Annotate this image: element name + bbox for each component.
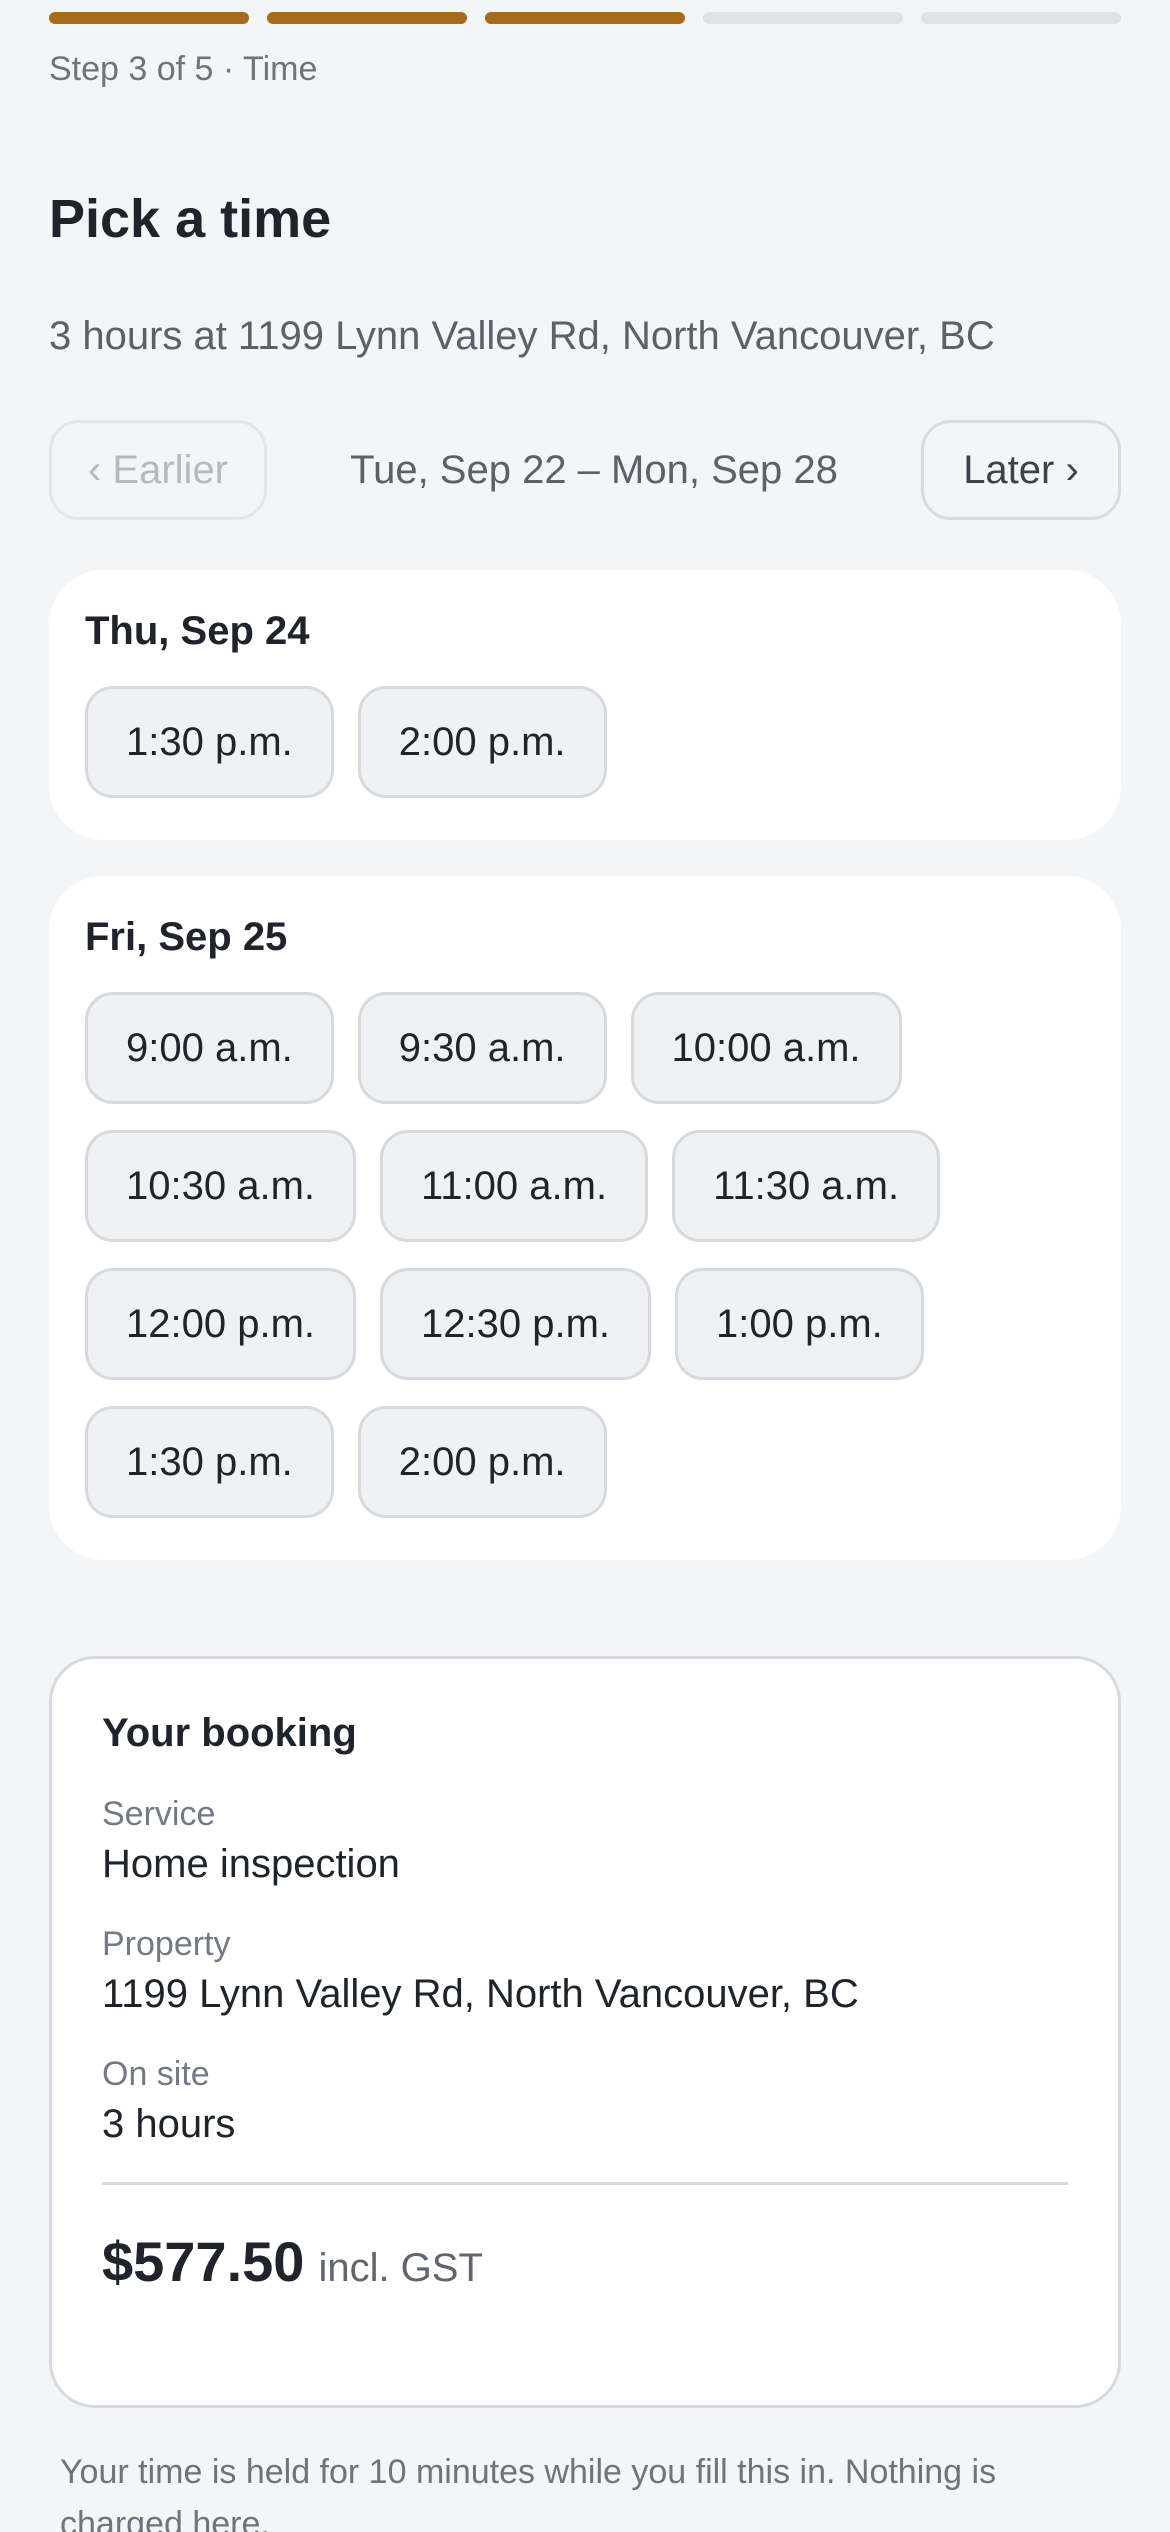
- time-slot-button[interactable]: 12:00 p.m.: [85, 1268, 357, 1380]
- later-week-button[interactable]: Later ›: [921, 420, 1121, 520]
- property-field: Property 1199 Lynn Valley Rd, North Vanc…: [102, 1922, 1068, 2022]
- time-slot-button[interactable]: 12:30 p.m.: [380, 1268, 652, 1380]
- onsite-field: On site 3 hours: [102, 2052, 1068, 2152]
- day-card-fri-sep-25: Fri, Sep 25 9:00 a.m. 9:30 a.m. 10:00 a.…: [49, 876, 1121, 1560]
- onsite-label: On site: [102, 2055, 210, 2093]
- service-field: Service Home inspection: [102, 1792, 1068, 1892]
- step-label: Step 3 of 5 · Time: [49, 50, 318, 88]
- step-progress-bar: [49, 12, 1121, 24]
- booking-time-page: Step 3 of 5 · Time Pick a time 3 hours a…: [0, 0, 1170, 2532]
- service-label: Service: [102, 1795, 216, 1833]
- divider: [102, 2182, 1068, 2185]
- price-tax-note: incl. GST: [318, 2246, 483, 2290]
- progress-segment-1: [49, 12, 249, 24]
- time-slot-button[interactable]: 2:00 p.m.: [357, 686, 607, 798]
- page-title: Pick a time: [49, 189, 332, 249]
- page-subtitle: 3 hours at 1199 Lynn Valley Rd, North Va…: [49, 314, 995, 358]
- time-slot-button[interactable]: 1:30 p.m.: [85, 686, 334, 798]
- hold-notice: Your time is held for 10 minutes while y…: [60, 2453, 997, 2532]
- booking-summary-card: Your booking Service Home inspection Pro…: [49, 1656, 1121, 2408]
- progress-segment-4: [703, 12, 903, 24]
- time-slot-button[interactable]: 10:00 a.m.: [630, 992, 902, 1104]
- time-slot-button[interactable]: 1:00 p.m.: [675, 1268, 924, 1380]
- earlier-week-button[interactable]: ‹ Earlier: [49, 420, 267, 520]
- time-slot-button[interactable]: 2:00 p.m.: [357, 1406, 607, 1518]
- time-slot-button[interactable]: 9:00 a.m.: [85, 992, 334, 1104]
- total-price: $577.50: [102, 2230, 305, 2293]
- week-range-label: Tue, Sep 22 – Mon, Sep 28: [350, 447, 838, 492]
- property-value: 1199 Lynn Valley Rd, North Vancouver, BC: [102, 1972, 859, 2016]
- time-slot-button[interactable]: 9:30 a.m.: [357, 992, 607, 1104]
- booking-heading: Your booking: [102, 1711, 357, 1755]
- day-title: Thu, Sep 24: [85, 609, 310, 653]
- progress-segment-5: [921, 12, 1121, 24]
- day-title: Fri, Sep 25: [85, 915, 288, 959]
- price-row: $577.50 incl. GST: [102, 2229, 1068, 2294]
- time-slot-list: 9:00 a.m. 9:30 a.m. 10:00 a.m. 10:30 a.m…: [85, 992, 985, 1518]
- time-slot-button[interactable]: 11:30 a.m.: [672, 1130, 941, 1242]
- service-value: Home inspection: [102, 1842, 400, 1886]
- time-slot-button[interactable]: 10:30 a.m.: [85, 1130, 357, 1242]
- progress-segment-2: [267, 12, 467, 24]
- property-label: Property: [102, 1925, 231, 1963]
- onsite-value: 3 hours: [102, 2102, 236, 2146]
- time-slot-button[interactable]: 1:30 p.m.: [85, 1406, 334, 1518]
- week-navigation: ‹ Earlier Tue, Sep 22 – Mon, Sep 28 Late…: [49, 420, 1121, 520]
- time-slot-button[interactable]: 11:00 a.m.: [380, 1130, 649, 1242]
- progress-segment-3: [485, 12, 685, 24]
- time-slot-list: 1:30 p.m. 2:00 p.m.: [85, 686, 1085, 798]
- day-card-thu-sep-24: Thu, Sep 24 1:30 p.m. 2:00 p.m.: [49, 570, 1121, 840]
